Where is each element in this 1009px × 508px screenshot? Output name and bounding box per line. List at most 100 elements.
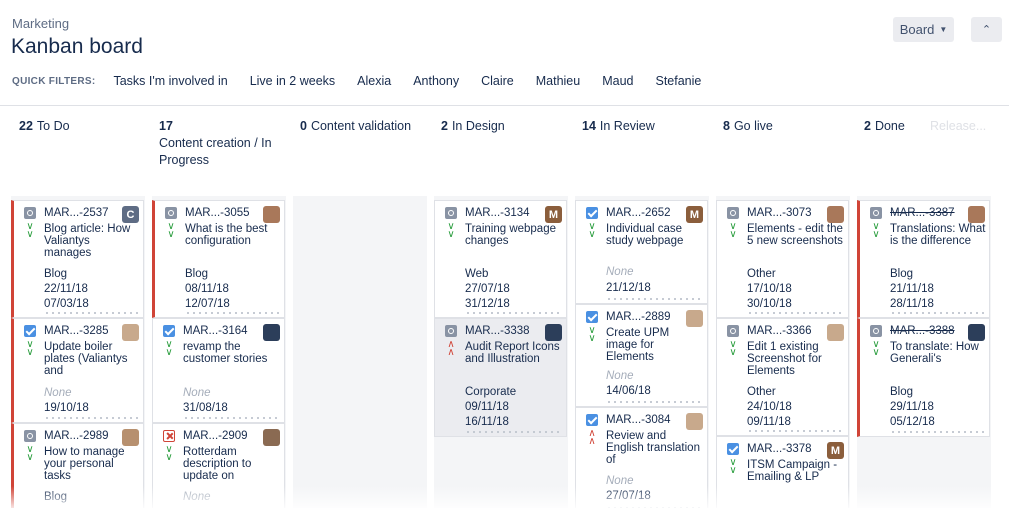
issue-date: 09/11/18	[465, 401, 509, 413]
card-dots	[44, 417, 139, 419]
quick-filters: QUICK FILTERS: Tasks I'm involved in Liv…	[12, 73, 723, 89]
issue-date: 22/11/18	[44, 283, 88, 295]
double-chevron-up-icon: ⌃	[981, 24, 992, 36]
avatar-photo-icon	[122, 429, 139, 446]
issue-date: 31/12/18	[465, 298, 510, 310]
issue-card[interactable]: MAR...-2909 ∨ ∨ Rotterdam description to …	[152, 423, 285, 508]
issue-key: MAR...-2909	[183, 430, 248, 442]
avatar-photo-icon	[263, 206, 280, 223]
quick-filter-anthony[interactable]: Anthony	[413, 74, 459, 88]
page-title: Kanban board	[11, 35, 143, 58]
avatar-photo-icon	[545, 324, 562, 341]
low-priority-icon: ∨ ∨	[729, 221, 737, 240]
quick-filter-maud[interactable]: Maud	[602, 74, 633, 88]
issue-card[interactable]: MAR...-2537 C ∨ ∨ Blog article: How Valia…	[11, 200, 144, 318]
caret-down-icon: ▼	[939, 25, 948, 34]
issue-date: 16/11/18	[465, 416, 509, 428]
low-priority-icon: ∨ ∨	[26, 339, 34, 358]
issue-date: 17/10/18	[747, 283, 792, 295]
column-header-go-live: 8 Go live	[723, 118, 857, 135]
card-dots	[890, 312, 985, 314]
issue-card[interactable]: MAR...-3338 ∧ ∧ Audit Report Icons and Il…	[434, 318, 567, 437]
issue-summary: Review and English translation of	[606, 430, 700, 466]
issue-card[interactable]: MAR...-3388 ∨ ∨ To translate: How General…	[857, 318, 990, 437]
task-type-icon	[870, 207, 882, 219]
high-priority-icon: ∧ ∧	[588, 428, 596, 447]
column-name: Content creation / In Progress	[159, 136, 272, 167]
column-header-in-review: 14 In Review	[582, 118, 716, 135]
issue-card[interactable]: MAR...-3134 M ∨ ∨ Training webpage change…	[434, 200, 567, 318]
issue-card[interactable]: MAR...-2889 ∨ ∨ Create UPM image for Elem…	[575, 304, 708, 407]
card-dots	[890, 431, 985, 433]
issue-summary: How to manage your personal tasks	[44, 446, 125, 482]
column-count: 2	[441, 119, 448, 133]
column-count: 0	[300, 119, 307, 133]
issue-summary: Individual case study webpage	[606, 223, 684, 247]
issue-summary: What is the best configuration	[185, 223, 268, 247]
quick-filters-label: QUICK FILTERS:	[12, 75, 96, 87]
issue-card[interactable]: MAR...-3164 ∨ ∨ revamp the customer stori…	[152, 318, 285, 423]
issue-card[interactable]: MAR...-3378 M ∨ ∨ ITSM Campaign - Emailin…	[716, 436, 849, 508]
issue-card[interactable]: MAR...-2989 ∨ ∨ How to manage your person…	[11, 423, 144, 508]
issue-date: 31/08/18	[183, 402, 228, 414]
board-menu-button[interactable]: Board ▼	[893, 17, 954, 42]
avatar-photo-icon	[686, 413, 703, 430]
low-priority-icon: ∨ ∨	[26, 444, 34, 463]
issue-key: MAR...-2889	[606, 311, 671, 323]
column-content-validation	[293, 196, 427, 508]
issue-date: 21/12/18	[606, 282, 651, 294]
issue-summary: Blog article: How Valiantys manages	[44, 223, 131, 259]
issue-key: MAR...-3055	[185, 207, 250, 219]
issue-category: Blog	[44, 268, 68, 280]
task-type-icon	[24, 207, 36, 219]
issue-card[interactable]: MAR...-3073 ∨ ∨ Elements - edit the 5 new…	[716, 200, 849, 318]
low-priority-icon: ∨ ∨	[729, 457, 737, 476]
issue-date: 07/03/18	[44, 298, 89, 310]
issue-date: 05/12/18	[890, 416, 935, 428]
column-header-content-creation: 17 Content creation / In Progress	[159, 118, 279, 169]
column-name: To Do	[36, 119, 70, 133]
issue-card[interactable]: MAR...-3366 ∨ ∨ Edit 1 existing Screensho…	[716, 318, 849, 436]
avatar-photo-icon	[827, 206, 844, 223]
issue-key: MAR...-2537	[44, 207, 109, 219]
column-count: 8	[723, 119, 730, 133]
task-type-icon	[727, 325, 739, 337]
done-type-icon	[586, 414, 598, 426]
issue-category: Other	[747, 386, 776, 398]
high-priority-icon: ∧ ∧	[447, 339, 455, 358]
issue-card[interactable]: MAR...-3084 ∧ ∧ Review and English transl…	[575, 407, 708, 508]
issue-card[interactable]: MAR...-3285 ∨ ∨ Update boiler plates (Val…	[11, 318, 144, 423]
header-divider	[0, 105, 1009, 106]
low-priority-icon: ∨ ∨	[872, 221, 880, 240]
issue-key: MAR...-2989	[44, 430, 109, 442]
card-dots	[44, 312, 139, 314]
low-priority-icon: ∨ ∨	[588, 325, 596, 344]
column-header-in-design: 2 In Design	[441, 118, 575, 135]
card-dots	[183, 417, 280, 419]
avatar-photo-icon	[968, 206, 985, 223]
issue-key: MAR...-3388	[890, 325, 955, 337]
quick-filter-tasks-involved[interactable]: Tasks I'm involved in	[113, 74, 227, 88]
column-header-release: Release...	[930, 118, 1005, 135]
quick-filter-stefanie[interactable]: Stefanie	[656, 74, 702, 88]
low-priority-icon: ∨ ∨	[588, 221, 596, 240]
card-dots	[185, 312, 280, 314]
task-type-icon	[24, 430, 36, 442]
quick-filter-mathieu[interactable]: Mathieu	[536, 74, 580, 88]
issue-summary: Elements - edit the 5 new screenshots	[747, 223, 843, 247]
issue-card[interactable]: MAR...-3387 ∨ ∨ Translations: What is the…	[857, 200, 990, 318]
issue-date: 09/11/18	[747, 416, 791, 428]
collapse-header-button[interactable]: ⌃	[971, 17, 1002, 42]
issue-date: 28/11/18	[890, 298, 934, 310]
quick-filter-alexia[interactable]: Alexia	[357, 74, 391, 88]
column-name: In Review	[599, 119, 655, 133]
issue-date: 29/11/18	[890, 401, 934, 413]
quick-filter-live-2-weeks[interactable]: Live in 2 weeks	[250, 74, 335, 88]
issue-card[interactable]: MAR...-3055 ∨ ∨ What is the best configur…	[152, 200, 285, 318]
board-button-label: Board	[899, 22, 935, 37]
issue-card[interactable]: MAR...-2652 M ∨ ∨ Individual case study w…	[575, 200, 708, 304]
column-header-content-validation: 0 Content validation	[300, 118, 430, 135]
quick-filter-claire[interactable]: Claire	[481, 74, 514, 88]
avatar: M	[686, 206, 703, 223]
low-priority-icon: ∨ ∨	[872, 339, 880, 358]
